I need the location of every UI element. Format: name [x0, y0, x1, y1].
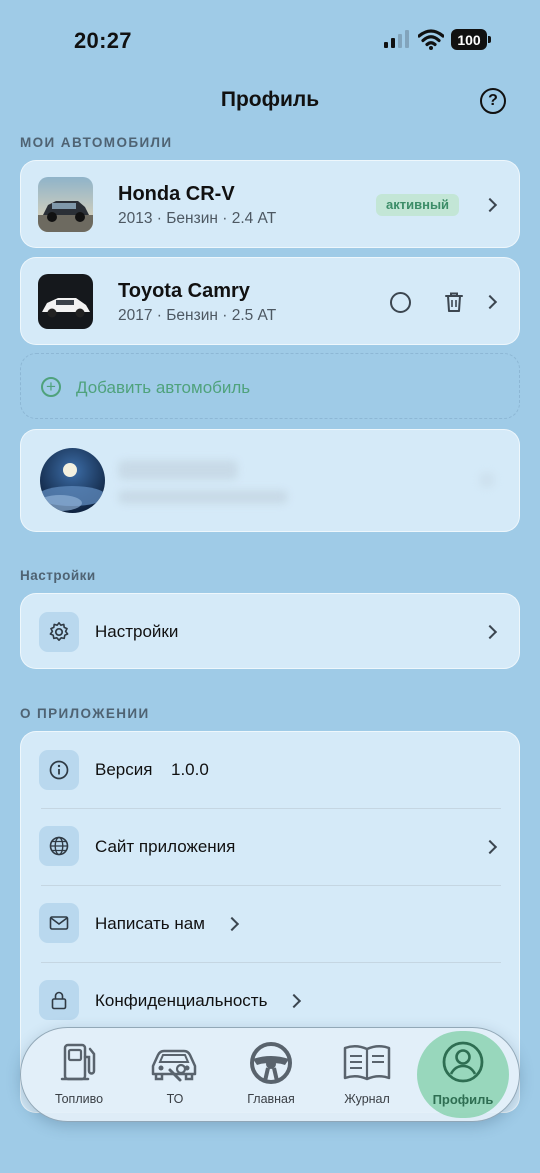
section-title-settings: Настройки — [20, 568, 96, 583]
settings-label: Настройки — [95, 622, 179, 641]
car-thumbnail — [38, 177, 93, 232]
tab-profile[interactable]: Профиль — [417, 1028, 509, 1123]
car-name: Honda CR-V — [118, 183, 235, 205]
info-icon — [39, 750, 79, 790]
steering-wheel-icon — [250, 1042, 292, 1084]
account-email-blurred — [118, 490, 288, 504]
help-icon[interactable]: ? — [480, 88, 506, 114]
settings-row[interactable]: Настройки — [20, 593, 520, 669]
tab-service[interactable]: ТО — [129, 1028, 221, 1123]
add-car-button[interactable]: + Добавить автомобиль — [20, 353, 520, 419]
section-title-cars: МОИ АВТОМОБИЛИ — [20, 135, 173, 150]
journal-icon — [343, 1045, 391, 1081]
set-active-radio[interactable] — [390, 292, 411, 313]
chevron-right-icon — [286, 993, 302, 1009]
tab-label: Топливо — [54, 1092, 104, 1106]
battery-indicator: 100 — [451, 29, 491, 50]
plus-circle-icon: + — [41, 377, 61, 397]
version-value: 1.0.0 — [171, 760, 209, 779]
chevron-right-icon — [482, 624, 498, 640]
avatar — [40, 448, 105, 513]
tab-label: ТО — [166, 1092, 184, 1106]
wifi-icon — [418, 29, 444, 50]
mail-icon — [39, 903, 79, 943]
car-details: 2013 · Бензин · 2.4 AT — [118, 210, 277, 227]
car-thumbnail — [38, 274, 93, 329]
chevron-right-icon — [482, 839, 498, 855]
version-label: Версия — [95, 760, 153, 779]
chevron-right-icon — [224, 916, 240, 932]
chevron-right-icon — [482, 197, 498, 213]
car-card-toyota[interactable]: Toyota Camry 2017 · Бензин · 2.5 AT — [20, 257, 520, 345]
chevron-right-icon — [479, 472, 495, 488]
chevron-right-icon — [482, 294, 498, 310]
fuel-pump-icon — [60, 1043, 96, 1081]
tab-bar: Топливо ТО Главная Журнал Профиль — [20, 1027, 520, 1122]
divider — [41, 808, 501, 809]
account-name-blurred — [118, 460, 238, 480]
account-card[interactable] — [20, 429, 520, 532]
divider — [41, 962, 501, 963]
active-badge: активный — [376, 194, 460, 216]
profile-icon — [442, 1041, 484, 1083]
add-car-label: Добавить автомобиль — [76, 378, 251, 397]
gear-icon — [39, 612, 79, 652]
status-time: 20:27 — [74, 28, 132, 53]
divider — [41, 885, 501, 886]
tab-journal[interactable]: Журнал — [321, 1028, 413, 1123]
tab-home[interactable]: Главная — [225, 1028, 317, 1123]
page-title: Профиль — [220, 88, 320, 111]
site-label: Сайт приложения — [95, 837, 236, 856]
status-bar: 20:27 100 — [0, 0, 540, 80]
privacy-label: Конфиденциальность — [95, 991, 268, 1010]
globe-icon — [39, 826, 79, 866]
tab-label: Главная — [247, 1092, 295, 1106]
tab-label: Журнал — [344, 1092, 390, 1106]
section-title-about: О ПРИЛОЖЕНИИ — [20, 706, 150, 721]
car-details: 2017 · Бензин · 2.5 AT — [118, 307, 277, 324]
tab-fuel[interactable]: Топливо — [33, 1028, 125, 1123]
trash-icon[interactable] — [444, 291, 464, 313]
car-card-honda[interactable]: Honda CR-V 2013 · Бензин · 2.4 AT активн… — [20, 160, 520, 248]
tab-label: Профиль — [432, 1092, 494, 1107]
car-service-icon — [151, 1049, 197, 1082]
cellular-signal-icon — [384, 30, 409, 48]
car-name: Toyota Camry — [118, 280, 250, 302]
write-us-label: Написать нам — [95, 914, 205, 933]
lock-icon — [39, 980, 79, 1020]
